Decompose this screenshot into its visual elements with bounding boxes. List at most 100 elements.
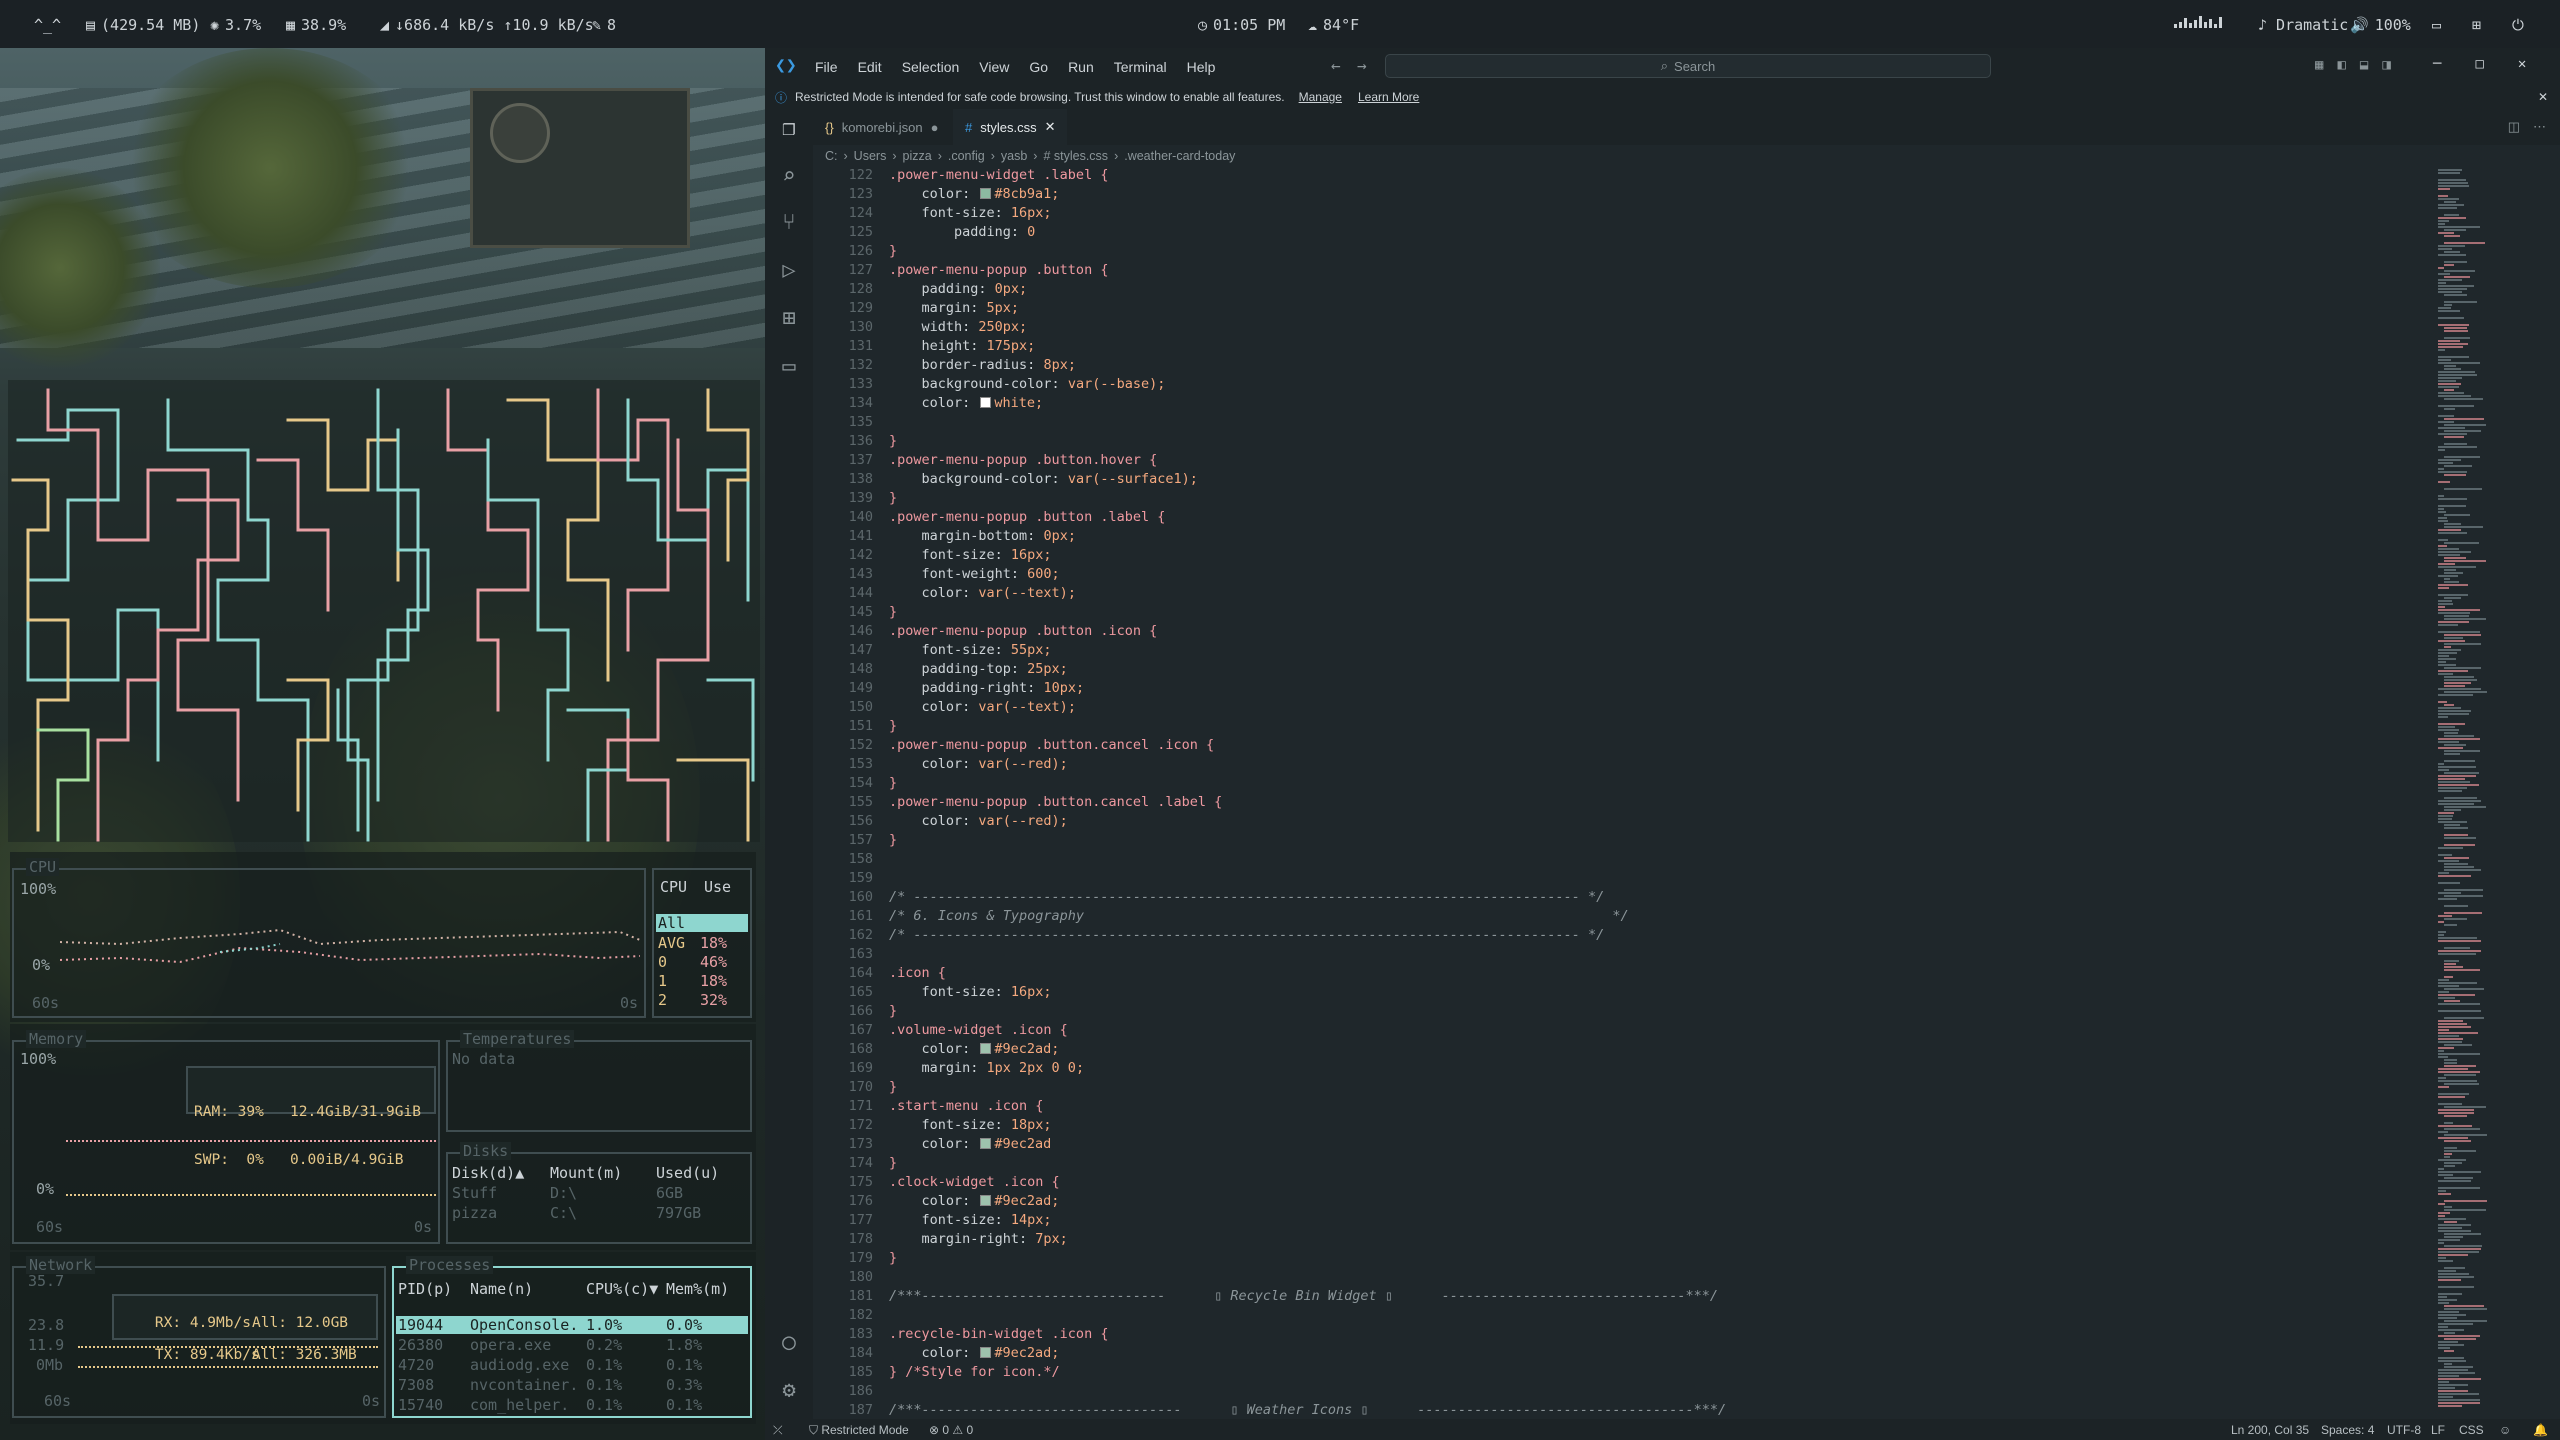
remote-explorer-icon[interactable]: ▭ — [775, 353, 803, 381]
layout-grid-icon[interactable]: ⊞ — [2472, 16, 2481, 34]
encoding[interactable]: UTF-8 — [2387, 1423, 2421, 1437]
clock-widget[interactable]: ◷ 01:05 PM — [1198, 16, 1285, 34]
line-number: 172 — [848, 1117, 873, 1133]
back-arrow-icon[interactable]: ← — [1331, 56, 1341, 75]
search-icon[interactable]: ⌕ — [775, 163, 803, 191]
menu-go[interactable]: Go — [1019, 59, 1058, 75]
menu-terminal[interactable]: Terminal — [1104, 59, 1177, 75]
edit-icon: ✎ — [592, 16, 602, 34]
breadcrumb-item[interactable]: Users — [854, 149, 887, 163]
breadcrumb-item[interactable]: pizza — [903, 149, 932, 163]
notifications-bell-icon[interactable]: 🔔 — [2533, 1423, 2548, 1437]
disk-header[interactable]: Disk(d)▲ — [452, 1164, 524, 1182]
split-editor-icon[interactable]: ◫ — [2508, 119, 2520, 135]
processes-panel: Processes PID(p) Name(n) CPU%(c)▼ Mem%(m… — [392, 1256, 752, 1418]
network-widget[interactable]: ◢ ↓686.4 kB/s ↑10.9 kB/s — [380, 16, 594, 34]
pid-header[interactable]: PID(p) — [398, 1280, 452, 1298]
tx-total: All: 326.3MB — [252, 1347, 357, 1363]
learn-more-link[interactable]: Learn More — [1358, 90, 1419, 104]
breadcrumb-item[interactable]: C: — [825, 149, 838, 163]
restricted-mode-indicator[interactable]: ⛉ Restricted Mode — [809, 1423, 909, 1438]
edit-widget[interactable]: ✎ 8 — [592, 16, 616, 34]
menu-file[interactable]: File — [805, 59, 848, 75]
indentation[interactable]: Spaces: 4 — [2321, 1423, 2374, 1437]
ram-widget[interactable]: ▦ 38.9% — [286, 16, 346, 34]
code-line: padding: 0px; — [889, 281, 1028, 297]
forward-arrow-icon[interactable]: → — [1357, 56, 1367, 75]
color-swatch[interactable] — [980, 1043, 992, 1054]
menu-selection[interactable]: Selection — [892, 59, 970, 75]
line-number: 158 — [848, 851, 873, 867]
tray-icon[interactable]: ▭ — [2432, 16, 2441, 34]
cpu-widget[interactable]: ✺ 3.7% — [210, 16, 261, 34]
menu-help[interactable]: Help — [1177, 59, 1226, 75]
mount-header[interactable]: Mount(m) — [550, 1164, 622, 1182]
process-row[interactable]: 7308 nvcontainer. 0.1% 0.3% — [396, 1376, 748, 1394]
command-center-search[interactable]: ⌕ Search — [1385, 54, 1991, 78]
color-swatch[interactable] — [980, 1347, 992, 1358]
breadcrumb-item[interactable]: # styles.css — [1043, 149, 1108, 163]
cpu-row-all[interactable]: All — [656, 914, 748, 932]
line-number: 122 — [848, 167, 873, 183]
copilot-icon[interactable]: ☺ — [2499, 1423, 2511, 1437]
process-row[interactable]: 15740 com_helper. 0.1% 0.1% — [396, 1396, 748, 1414]
used-header[interactable]: Used(u) — [656, 1164, 719, 1182]
account-icon[interactable]: ◯ — [775, 1329, 803, 1357]
toggle-panel-icon[interactable]: ⬓ — [2360, 57, 2368, 73]
tab-styles-css[interactable]: # styles.css ✕ — [953, 109, 1068, 145]
breadcrumb-item[interactable]: .weather-card-today — [1124, 149, 1235, 163]
code-editor[interactable]: 122 .power-menu-widget .label {123 color:… — [813, 167, 2493, 1419]
search-icon: ⌕ — [1660, 58, 1669, 73]
line-number: 176 — [848, 1193, 873, 1209]
color-swatch[interactable] — [980, 1138, 992, 1149]
color-swatch[interactable] — [980, 1195, 992, 1206]
source-control-icon[interactable]: ⑂ — [775, 209, 803, 237]
color-swatch[interactable] — [980, 397, 992, 408]
breadcrumb-item[interactable]: yasb — [1001, 149, 1027, 163]
mem-header[interactable]: Mem%(m) — [666, 1280, 729, 1298]
process-row[interactable]: 4720 audiodg.exe 0.1% 0.1% — [396, 1356, 748, 1374]
banner-close-icon[interactable]: ✕ — [2538, 90, 2548, 104]
minimap[interactable] — [2430, 167, 2560, 1419]
breadcrumb-item[interactable]: .config — [948, 149, 985, 163]
disk-widget[interactable]: ▤ (429.54 MB) — [86, 16, 200, 34]
problems-indicator[interactable]: ⊗ 0 ⚠ 0 — [929, 1423, 973, 1437]
volume-widget[interactable]: 🔊 100% — [2350, 16, 2411, 34]
name-header[interactable]: Name(n) — [470, 1280, 533, 1298]
color-swatch[interactable] — [980, 188, 992, 199]
process-row[interactable]: 26380 opera.exe 0.2% 1.8% — [396, 1336, 748, 1354]
power-icon[interactable]: ⏻ — [2512, 16, 2524, 34]
launcher-button[interactable]: ^_^ — [34, 16, 61, 34]
line-number: 148 — [848, 661, 873, 677]
code-line: } /*Style for icon.*/ — [889, 1364, 1060, 1380]
cpu-header[interactable]: CPU%(c)▼ — [586, 1280, 658, 1298]
close-icon[interactable]: ✕ — [2518, 56, 2526, 72]
cursor-position[interactable]: Ln 200, Col 35 — [2231, 1423, 2309, 1437]
remote-icon[interactable]: ⤫ — [773, 1423, 783, 1438]
minimize-icon[interactable]: ─ — [2433, 56, 2441, 72]
extensions-icon[interactable]: ⊞ — [775, 305, 803, 333]
menu-view[interactable]: View — [969, 59, 1019, 75]
language-mode[interactable]: CSS — [2459, 1423, 2484, 1437]
toggle-sidebar-icon[interactable]: ◧ — [2337, 57, 2345, 73]
line-number: 162 — [848, 927, 873, 943]
menu-run[interactable]: Run — [1058, 59, 1104, 75]
tab-close-icon[interactable]: ✕ — [1045, 119, 1056, 135]
maximize-icon[interactable]: □ — [2475, 56, 2483, 72]
weather-widget[interactable]: ☁ 84°F — [1308, 16, 1359, 34]
manage-link[interactable]: Manage — [1299, 90, 1342, 104]
customize-layout-icon[interactable]: ▦ — [2315, 57, 2323, 73]
process-row-selected[interactable]: 19044 OpenConsole. 1.0% 0.0% — [396, 1316, 748, 1334]
run-debug-icon[interactable]: ▷ — [775, 257, 803, 285]
end-of-line[interactable]: LF — [2431, 1423, 2445, 1437]
media-widget[interactable]: ♪ Dramatic — [2258, 16, 2348, 34]
tab-komorebi-json[interactable]: {} komorebi.json ● — [813, 109, 950, 145]
more-actions-icon[interactable]: ⋯ — [2533, 119, 2546, 135]
settings-gear-icon[interactable]: ⚙ — [775, 1377, 803, 1405]
disk-name: pizza — [452, 1204, 498, 1222]
process-pid: 4720 — [398, 1356, 435, 1374]
toggle-secondary-sidebar-icon[interactable]: ◨ — [2382, 57, 2390, 73]
explorer-icon[interactable]: ❐ — [775, 115, 803, 143]
cpu-icon: ✺ — [210, 16, 220, 34]
menu-edit[interactable]: Edit — [848, 59, 892, 75]
